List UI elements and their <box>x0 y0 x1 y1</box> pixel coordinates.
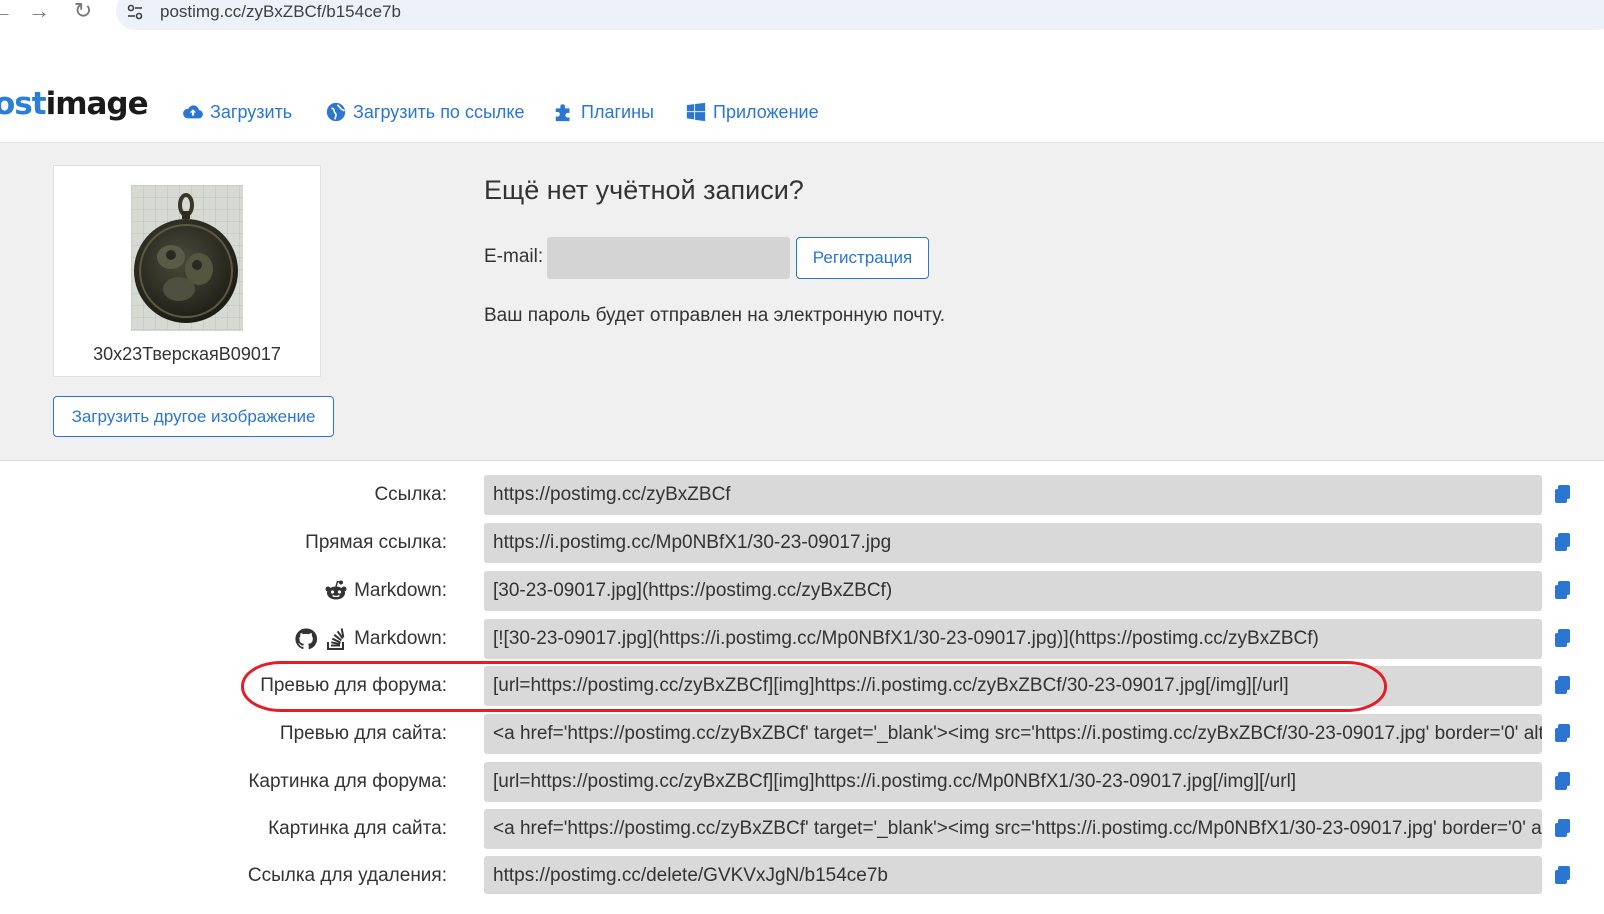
reload-icon[interactable]: ↻ <box>71 0 95 24</box>
uploaded-image-thumbnail[interactable] <box>131 185 243 331</box>
email-label: E-mail: <box>484 246 544 267</box>
browser-toolbar: ← → ↻ postimg.cc/zyBxZBCf/b154ce7b <box>0 0 1604 30</box>
copy-icon[interactable] <box>1555 724 1571 744</box>
site-preview-field[interactable]: <a href='https://postimg.cc/zyBxZBCf' ta… <box>484 714 1542 754</box>
nav-upload-by-link-label: Загрузить по ссылке <box>353 101 525 122</box>
delete-link-field[interactable]: https://postimg.cc/delete/GVKVxJgN/b154c… <box>484 856 1542 894</box>
markdown-github-label: Markdown: <box>354 628 447 649</box>
upload-other-image-button[interactable]: Загрузить другое изображение <box>53 396 334 437</box>
site-image-field[interactable]: <a href='https://postimg.cc/zyBxZBCf' ta… <box>484 809 1542 849</box>
nav-upload[interactable]: Загрузить <box>182 100 292 124</box>
forward-arrow-icon[interactable]: → <box>27 0 51 24</box>
copy-icon[interactable] <box>1555 819 1571 839</box>
direct-link-field[interactable]: https://i.postimg.cc/Mp0NBfX1/30-23-0901… <box>484 523 1542 563</box>
copy-icon[interactable] <box>1555 866 1571 886</box>
nav-upload-label: Загрузить <box>210 101 293 122</box>
copy-icon[interactable] <box>1555 629 1571 649</box>
site-image-label: Картинка для сайта: <box>268 818 447 839</box>
postimage-logo[interactable]: ostimage <box>0 86 149 122</box>
markdown-github-row-label: Markdown: <box>294 619 447 659</box>
site-preview-label: Превью для сайта: <box>279 723 447 744</box>
markdown-github-field[interactable]: [![30-23-09017.jpg](https://i.postimg.cc… <box>484 619 1542 659</box>
nav-plugins[interactable]: Плагины <box>553 100 654 124</box>
upload-result-panel: 30x23ТверскаяВ09017 Загрузить другое изо… <box>0 143 1604 461</box>
medallion-image <box>131 185 243 331</box>
nav-upload-by-link[interactable]: Загрузить по ссылке <box>325 100 524 124</box>
password-note: Ваш пароль будет отправлен на электронну… <box>484 305 946 326</box>
nav-plugins-label: Плагины <box>581 101 654 122</box>
copy-icon[interactable] <box>1555 676 1571 696</box>
copy-icon[interactable] <box>1555 533 1571 553</box>
forum-image-field[interactable]: [url=https://postimg.cc/zyBxZBCf][img]ht… <box>484 762 1542 802</box>
forum-preview-field[interactable]: [url=https://postimg.cc/zyBxZBCf][img]ht… <box>484 666 1542 706</box>
cloud-upload-icon <box>183 105 203 119</box>
direct-link-label: Прямая ссылка: <box>305 532 447 553</box>
reddit-icon <box>325 580 347 600</box>
github-icon <box>295 628 318 650</box>
image-caption: 30x23ТверскаяВ09017 <box>93 344 281 364</box>
markdown-reddit-label: Markdown: <box>354 580 447 601</box>
logo-text-dark: image <box>45 86 149 122</box>
site-settings-icon[interactable] <box>126 3 144 21</box>
thumbnail-card[interactable]: 30x23ТверскаяВ09017 <box>53 165 321 377</box>
email-field[interactable] <box>547 237 790 279</box>
nav-app-label: Приложение <box>713 101 819 122</box>
copy-icon[interactable] <box>1555 581 1571 601</box>
account-title: Ещё нет учётной записи? <box>484 175 804 205</box>
register-button[interactable]: Регистрация <box>796 237 929 279</box>
delete-link-label: Ссылка для удаления: <box>247 865 447 886</box>
logo-text-blue: ost <box>0 86 47 122</box>
forum-image-label: Картинка для форума: <box>248 771 447 792</box>
copy-icon[interactable] <box>1555 772 1571 792</box>
forum-preview-label: Превью для форума: <box>260 675 447 696</box>
link-field[interactable]: https://postimg.cc/zyBxZBCf <box>484 475 1542 515</box>
copy-icon[interactable] <box>1555 485 1571 505</box>
address-bar[interactable]: postimg.cc/zyBxZBCf/b154ce7b <box>116 0 1604 30</box>
back-arrow-icon[interactable]: ← <box>0 0 14 24</box>
url-text[interactable]: postimg.cc/zyBxZBCf/b154ce7b <box>160 2 401 22</box>
nav-app[interactable]: Приложение <box>685 100 819 124</box>
puzzle-icon <box>555 104 570 122</box>
site-header: ostimage Загрузить Загрузить по ссылке П… <box>0 30 1604 143</box>
markdown-reddit-row-label: Markdown: <box>324 571 447 611</box>
markdown-reddit-field[interactable]: [30-23-09017.jpg](https://postimg.cc/zyB… <box>484 571 1542 611</box>
windows-icon <box>686 102 706 122</box>
globe-icon <box>326 102 346 122</box>
stackoverflow-icon <box>327 628 345 650</box>
link-label: Ссылка: <box>374 484 447 505</box>
